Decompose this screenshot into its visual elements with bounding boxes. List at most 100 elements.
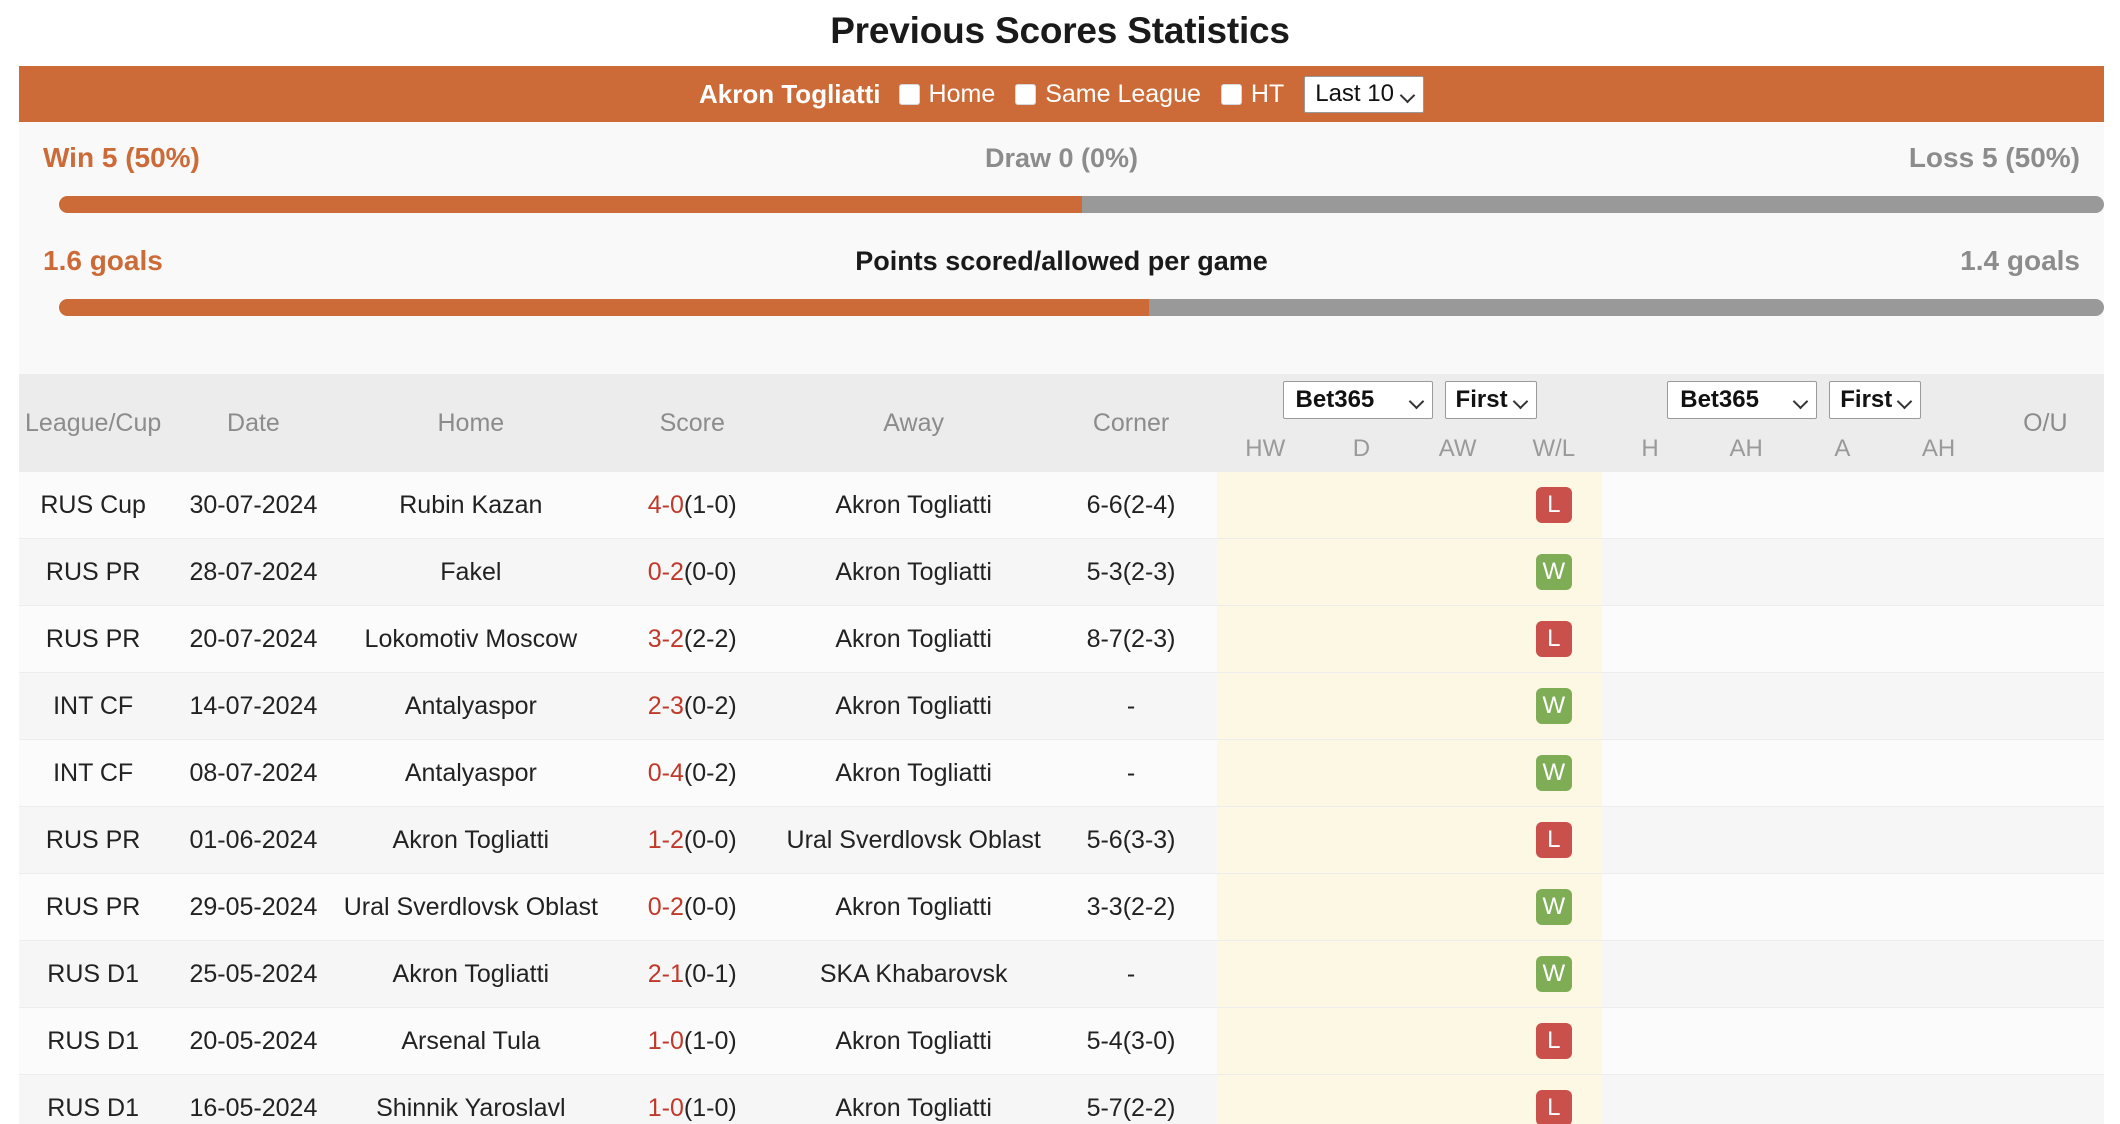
- cell-ou: [1986, 672, 2104, 740]
- cell-wl: W: [1505, 739, 1602, 807]
- score-fulltime: 3-2: [647, 624, 684, 653]
- cell-hw: [1217, 1007, 1314, 1075]
- cell-away: Akron Togliatti: [782, 1007, 1045, 1075]
- table-row[interactable]: INT CF 08-07-2024 Antalyaspor 0-4(0-2) Akron…: [19, 739, 2104, 807]
- cell-home: Ural Sverdlovsk Oblast: [339, 873, 603, 941]
- cell-aw: [1409, 605, 1506, 673]
- table-row[interactable]: RUS PR 01-06-2024 Akron Togliatti 1-2(0-0) U…: [19, 806, 2104, 874]
- cell-date: 28-07-2024: [167, 538, 340, 606]
- cell-hw: [1217, 672, 1314, 740]
- checkbox-same-league[interactable]: Same League: [1015, 80, 1201, 109]
- table-head: League/Cup Date Home Score Away Corner B…: [19, 374, 2104, 472]
- cell-score: 1-0(1-0): [602, 1007, 783, 1075]
- cell-date: 01-06-2024: [167, 806, 340, 874]
- col-header-home: Home: [339, 374, 603, 472]
- cell-league: INT CF: [19, 672, 168, 740]
- checkbox-home-box[interactable]: [898, 83, 920, 105]
- cell-league: RUS PR: [19, 605, 168, 673]
- wl-badge: W: [1535, 889, 1572, 925]
- cell-away: Akron Togliatti: [782, 605, 1045, 673]
- cell-h: [1601, 605, 1699, 673]
- cell-away: Akron Togliatti: [782, 538, 1045, 606]
- col-header-aw: AW: [1409, 426, 1506, 472]
- table-row[interactable]: RUS PR 28-07-2024 Fakel 0-2(0-0) Akron Togli…: [19, 538, 2104, 606]
- score-halftime: (2-2): [683, 624, 737, 653]
- cell-corner: 5-3(2-3): [1044, 538, 1218, 606]
- score-halftime: (1-0): [683, 1026, 737, 1055]
- cell-h: [1601, 873, 1699, 941]
- checkbox-ht[interactable]: HT: [1220, 79, 1285, 109]
- cell-d: [1313, 873, 1410, 941]
- cell-away: Akron Togliatti: [782, 739, 1045, 807]
- chevron-down-icon: [1795, 394, 1808, 407]
- table-row[interactable]: RUS PR 20-07-2024 Lokomotiv Moscow 3-2(2-2)…: [19, 605, 2104, 673]
- wl-badge: W: [1535, 554, 1572, 590]
- cell-hw: [1217, 605, 1314, 673]
- cell-score: 4-0(1-0): [602, 472, 783, 539]
- cell-hw: [1217, 739, 1314, 807]
- table-head-selectors-row: League/Cup Date Home Score Away Corner B…: [19, 374, 2104, 472]
- wl-badge: W: [1535, 688, 1572, 724]
- cell-ah-2: [1890, 538, 1987, 606]
- table-row[interactable]: RUS D1 25-05-2024 Akron Togliatti 2-1(0-1) S…: [19, 940, 2104, 1008]
- cell-aw: [1409, 873, 1506, 941]
- period-select-2[interactable]: First: [1829, 381, 1922, 419]
- col-header-ah1: AH: [1698, 426, 1795, 472]
- score-halftime: (0-1): [683, 959, 737, 988]
- checkbox-ht-box[interactable]: [1220, 83, 1242, 105]
- table-row[interactable]: RUS Cup 30-07-2024 Rubin Kazan 4-0(1-0) Akro…: [19, 472, 2104, 539]
- cell-aw: [1409, 739, 1506, 807]
- cell-h: [1601, 1007, 1699, 1075]
- checkbox-ht-label: HT: [1250, 79, 1285, 108]
- checkbox-same-league-label: Same League: [1045, 79, 1201, 108]
- cell-home: Antalyaspor: [339, 739, 603, 807]
- cell-away: Akron Togliatti: [782, 1074, 1045, 1124]
- cell-d: [1313, 672, 1410, 740]
- range-select[interactable]: Last 10: [1304, 75, 1424, 113]
- cell-ah-2: [1890, 672, 1987, 740]
- team-name-label: Akron Togliatti: [699, 78, 881, 109]
- chevron-down-icon: [1899, 394, 1912, 407]
- period-select-1[interactable]: First: [1444, 381, 1537, 419]
- cell-corner: 6-6(2-4): [1044, 472, 1218, 539]
- summary-stats-band: Win 5 (50%) Draw 0 (0%) Loss 5 (50%) 1.6…: [19, 122, 2104, 374]
- cell-score: 3-2(2-2): [602, 605, 783, 673]
- cell-home: Shinnik Yaroslavl: [339, 1074, 603, 1124]
- cell-score: 0-2(0-0): [602, 873, 783, 941]
- table-row[interactable]: INT CF 14-07-2024 Antalyaspor 2-3(0-2) Akron…: [19, 672, 2104, 740]
- score-halftime: (0-0): [683, 892, 737, 921]
- cell-h: [1601, 1074, 1699, 1124]
- table-row[interactable]: RUS PR 29-05-2024 Ural Sverdlovsk Oblast 0-…: [19, 873, 2104, 941]
- bookmaker-select-2[interactable]: Bet365: [1667, 381, 1818, 419]
- cell-corner: 5-6(3-3): [1044, 806, 1218, 874]
- checkbox-same-league-box[interactable]: [1015, 83, 1037, 105]
- cell-ah-1: [1698, 1074, 1795, 1124]
- col-header-league: League/Cup: [19, 374, 168, 472]
- col-header-away: Away: [782, 374, 1045, 472]
- cell-corner: -: [1044, 672, 1218, 740]
- cell-date: 20-05-2024: [167, 1007, 340, 1075]
- cell-hw: [1217, 873, 1314, 941]
- table-row[interactable]: RUS D1 16-05-2024 Shinnik Yaroslavl 1-0(1-0…: [19, 1074, 2104, 1124]
- cell-home: Rubin Kazan: [339, 472, 603, 539]
- wl-badge: W: [1535, 956, 1572, 992]
- cell-league: RUS Cup: [19, 472, 168, 539]
- cell-date: 29-05-2024: [167, 873, 340, 941]
- scores-table: League/Cup Date Home Score Away Corner B…: [19, 374, 2104, 1124]
- cell-wl: W: [1505, 940, 1602, 1008]
- table-row[interactable]: RUS D1 20-05-2024 Arsenal Tula 1-0(1-0) Akro…: [19, 1007, 2104, 1075]
- cell-date: 30-07-2024: [167, 472, 340, 539]
- wl-badge: L: [1535, 822, 1572, 858]
- cell-ou: [1986, 538, 2104, 606]
- cell-d: [1313, 940, 1410, 1008]
- checkbox-home[interactable]: Home: [898, 80, 995, 109]
- score-fulltime: 1-0: [647, 1093, 684, 1122]
- bookmaker-select-1[interactable]: Bet365: [1282, 381, 1433, 419]
- score-fulltime: 1-0: [647, 1026, 684, 1055]
- cell-d: [1313, 806, 1410, 874]
- score-halftime: (1-0): [683, 1093, 737, 1122]
- cell-ah-2: [1890, 1007, 1987, 1075]
- cell-home: Arsenal Tula: [339, 1007, 603, 1075]
- cell-ah-1: [1698, 940, 1795, 1008]
- cell-aw: [1409, 1007, 1506, 1075]
